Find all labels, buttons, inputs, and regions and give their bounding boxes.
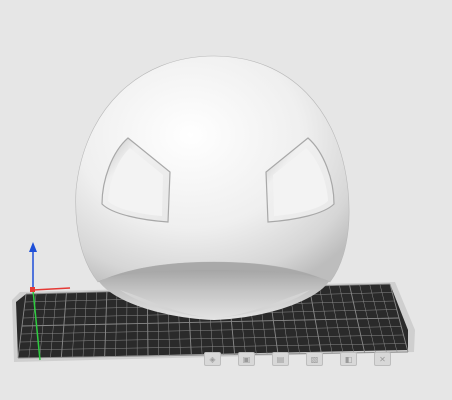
view-front-button[interactable]: ▤ — [272, 352, 289, 366]
view-top-button[interactable]: ▣ — [238, 352, 255, 366]
view-side-button[interactable]: ▧ — [306, 352, 323, 366]
view-right-button[interactable]: ◧ — [340, 352, 357, 366]
view-close-icon: ✕ — [379, 354, 386, 364]
view-right-icon: ◧ — [344, 354, 353, 364]
view-side-icon: ▧ — [310, 354, 319, 364]
origin-marker — [30, 287, 35, 292]
3d-model[interactable] — [75, 55, 350, 320]
view-close-button[interactable]: ✕ — [374, 352, 391, 366]
x-axis-arrow — [32, 287, 71, 291]
view-iso-icon: ◈ — [209, 354, 216, 364]
view-front-icon: ▤ — [276, 354, 285, 364]
z-axis-arrow-head — [29, 242, 37, 252]
view-top-icon: ▣ — [242, 354, 251, 364]
scene-canvas[interactable] — [0, 0, 452, 400]
3d-viewport[interactable]: ◈ ▣ ▤ ▧ ◧ ✕ — [0, 0, 452, 400]
view-iso-button[interactable]: ◈ — [204, 352, 221, 366]
